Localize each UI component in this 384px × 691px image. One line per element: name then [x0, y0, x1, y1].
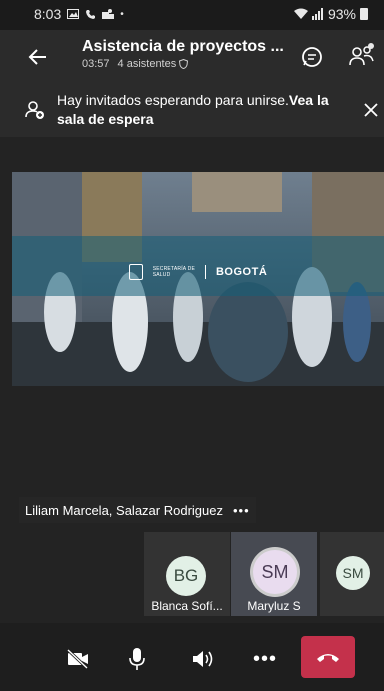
back-button[interactable] [22, 41, 54, 73]
avatar: SM [336, 556, 370, 590]
shared-video[interactable]: SECRETARÍA DE SALUD BOGOTÁ [12, 172, 384, 386]
phone-icon [86, 9, 96, 19]
gallery-icon [67, 9, 80, 19]
lobby-notification: Hay invitados esperando para unirse.Vea … [0, 85, 384, 137]
meeting-info[interactable]: Asistencia de proyectos ... 03:57 4 asis… [82, 38, 292, 70]
participant-tile[interactable]: BG Blanca Sofí... [144, 532, 230, 616]
battery-icon [360, 8, 368, 20]
chat-icon [302, 47, 322, 67]
status-bar: 8:03 • 93% [0, 0, 384, 30]
logo-city: BOGOTÁ [215, 266, 268, 278]
participant-name: Maryluz S [247, 599, 301, 613]
participant-tile[interactable]: SM [320, 532, 384, 616]
participants-button[interactable] [347, 41, 377, 71]
speaker-icon [193, 651, 213, 667]
cell-signal-icon [311, 8, 323, 20]
avatar: SM [253, 550, 297, 594]
call-header: Asistencia de proyectos ... 03:57 4 asis… [0, 30, 384, 85]
shield-icon [179, 59, 189, 69]
speaker-button[interactable] [183, 639, 223, 679]
add-person-icon [24, 99, 46, 121]
logo-divider [204, 265, 206, 279]
call-duration: 03:57 [82, 58, 110, 70]
battery-percent: 93% [327, 6, 356, 22]
close-lobby-button[interactable] [360, 99, 382, 121]
participant-name: Blanca Sofí... [151, 599, 223, 613]
participant-tile-active[interactable]: SM Maryluz S [231, 532, 317, 616]
more-options-button[interactable]: ••• [245, 639, 285, 679]
speaker-more-button[interactable]: ••• [233, 503, 250, 518]
avatar: BG [166, 556, 206, 596]
microphone-button[interactable] [117, 639, 157, 679]
logo-subtitle-line2: SALUD [152, 272, 171, 278]
lobby-message: Hay invitados esperando para unirse.Vea … [57, 92, 329, 127]
seal-icon [128, 264, 143, 280]
dot-icon: • [120, 8, 124, 20]
speaker-names: Liliam Marcela, Salazar Rodriguez [25, 502, 223, 518]
clock: 8:03 [34, 6, 62, 22]
microphone-icon [129, 648, 145, 670]
chat-button[interactable] [297, 42, 327, 72]
more-icon: ••• [252, 647, 277, 670]
close-icon [364, 103, 378, 117]
attendee-count: 4 asistentes [118, 58, 189, 70]
hang-up-button[interactable] [301, 636, 355, 678]
speaker-label[interactable]: Liliam Marcela, Salazar Rodriguez ••• [19, 497, 256, 523]
meeting-title: Asistencia de proyectos ... [82, 38, 284, 55]
camera-toggle-button[interactable] [58, 639, 98, 679]
teams-call-screen: 8:03 • 93% Asistencia de proyectos ... 0… [0, 0, 384, 691]
wifi-icon [293, 8, 308, 19]
back-arrow-icon [28, 49, 46, 65]
participants-icon [349, 43, 374, 66]
participant-strip: BG Blanca Sofí... SM Maryluz S SM [144, 532, 384, 616]
teams-icon [102, 8, 115, 19]
hang-up-icon [317, 654, 339, 662]
call-controls: ••• [0, 623, 384, 691]
bogota-logo: SECRETARÍA DE SALUD BOGOTÁ [12, 264, 384, 280]
video-off-icon [66, 649, 89, 669]
